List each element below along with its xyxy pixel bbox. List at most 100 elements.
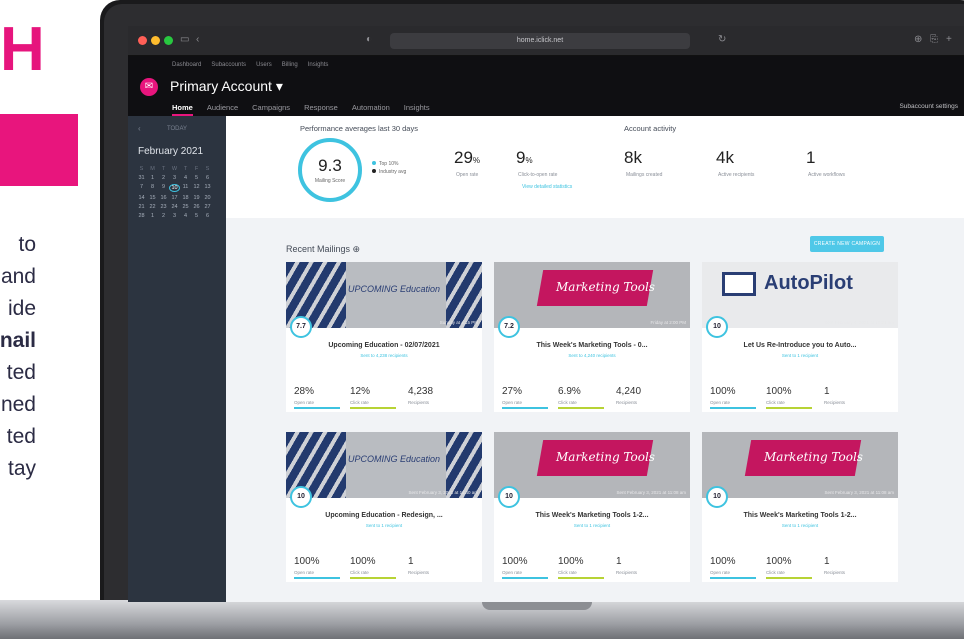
prev-month-icon[interactable]: ‹ — [138, 124, 141, 133]
mailing-thumbnail[interactable]: UPCOMING Education Sent February 3, 2021 … — [286, 432, 482, 498]
calendar-day[interactable]: 17 — [169, 195, 180, 201]
mailing-title[interactable]: Upcoming Education - 02/07/2021 — [286, 342, 482, 349]
mailing-subtitle[interactable]: Sent to 1 recipient — [286, 523, 482, 528]
calendar-day[interactable]: 4 — [180, 175, 191, 181]
maximize-window-button[interactable] — [164, 36, 173, 45]
calendar-day[interactable]: 19 — [191, 195, 202, 201]
account-selector[interactable]: Primary Account ▾ — [170, 78, 283, 95]
subaccount-settings-link[interactable]: Subaccount settings — [899, 103, 958, 110]
mailing-card[interactable]: Marketing Tools Friday at 2:00 PM 7.2 This … — [494, 262, 690, 412]
top-link-insights[interactable]: Insights — [308, 62, 329, 68]
top-link-users[interactable]: Users — [256, 62, 272, 68]
calendar-day[interactable]: 14 — [136, 195, 147, 201]
calendar-day[interactable]: 3 — [169, 175, 180, 181]
new-tab-icon[interactable]: + — [946, 34, 952, 45]
calendar-day[interactable]: 13 — [202, 184, 213, 192]
mailing-subtitle[interactable]: Sent to 4,238 recipients — [286, 353, 482, 358]
calendar-day[interactable]: 4 — [180, 213, 191, 219]
mailing-stat-label: Click rate — [558, 400, 577, 405]
calendar-weekday: T — [183, 166, 188, 172]
calendar-day[interactable]: 6 — [202, 213, 213, 219]
thumbnail-stripes — [446, 432, 482, 498]
mailing-card[interactable]: UPCOMING Education Sunday at 4:15 PM 7.7 Up… — [286, 262, 482, 412]
address-bar[interactable]: home.iclick.net — [390, 33, 690, 49]
calendar-day[interactable]: 2 — [158, 213, 169, 219]
calendar-day[interactable]: 31 — [136, 175, 147, 181]
calendar-day[interactable]: 26 — [191, 204, 202, 210]
calendar-day[interactable]: 23 — [158, 204, 169, 210]
calendar-day[interactable]: 6 — [202, 175, 213, 181]
calendar-day[interactable]: 24 — [169, 204, 180, 210]
privacy-icon[interactable]: ◐ — [366, 34, 372, 45]
mailing-title[interactable]: This Week's Marketing Tools - 0... — [494, 342, 690, 349]
calendar-day[interactable]: 10 — [169, 184, 180, 192]
calendar-day[interactable]: 22 — [147, 204, 158, 210]
reload-icon[interactable]: ↻ — [718, 34, 726, 45]
calendar-weekday: S — [205, 166, 210, 172]
calendar-day[interactable]: 28 — [136, 213, 147, 219]
mailing-subtitle[interactable]: Sent to 1 recipient — [494, 523, 690, 528]
share-icon[interactable]: ⎘ — [930, 34, 938, 45]
sidebar-toggle-icon[interactable]: ▭ — [180, 34, 189, 45]
mailing-title[interactable]: This Week's Marketing Tools 1-2... — [494, 512, 690, 519]
back-icon[interactable]: ‹ — [196, 34, 199, 45]
create-campaign-button[interactable]: CREATE NEW CAMPAIGN — [810, 236, 884, 252]
calendar-day[interactable]: 15 — [147, 195, 158, 201]
download-icon[interactable]: ⊕ — [914, 34, 922, 45]
top-link-dashboard[interactable]: Dashboard — [172, 62, 201, 68]
calendar-day[interactable]: 7 — [136, 184, 147, 192]
calendar-day[interactable]: 16 — [158, 195, 169, 201]
mailing-thumbnail[interactable]: Marketing Tools Sent February 3, 2021 at … — [494, 432, 690, 498]
calendar-day[interactable]: 5 — [191, 213, 202, 219]
tab-automation[interactable]: Automation — [352, 103, 390, 116]
calendar-day[interactable]: 3 — [169, 213, 180, 219]
calendar-month: February 2021 — [138, 146, 204, 157]
calendar-day[interactable]: 1 — [147, 175, 158, 181]
tab-home[interactable]: Home — [172, 103, 193, 116]
detailed-stats-link[interactable]: View detailed statistics — [522, 184, 572, 190]
mailing-title[interactable]: This Week's Marketing Tools 1-2... — [702, 512, 898, 519]
tab-response[interactable]: Response — [304, 103, 338, 116]
mailing-card[interactable]: AutoPilot Sent February 4, 2021 at 10:21 … — [702, 262, 898, 412]
mailing-title[interactable]: Upcoming Education - Redesign, ... — [286, 512, 482, 519]
calendar-day[interactable]: 9 — [158, 184, 169, 192]
score-legend: Top 10% Industry avg — [372, 160, 406, 176]
mailing-subtitle[interactable]: Sent to 1 recipient — [702, 523, 898, 528]
calendar-day[interactable]: 1 — [147, 213, 158, 219]
mailing-thumbnail[interactable]: Marketing Tools Sent February 3, 2021 at … — [702, 432, 898, 498]
mailing-thumbnail[interactable]: Marketing Tools Friday at 2:00 PM — [494, 262, 690, 328]
calendar-day[interactable]: 21 — [136, 204, 147, 210]
mailing-subtitle[interactable]: Sent to 1 recipient — [702, 353, 898, 358]
calendar-day[interactable]: 2 — [158, 175, 169, 181]
mailing-thumbnail[interactable]: AutoPilot Sent February 4, 2021 at 10:21 … — [702, 262, 898, 328]
close-window-button[interactable] — [138, 36, 147, 45]
calendar-day[interactable]: 11 — [180, 184, 191, 192]
calendar-day[interactable]: 18 — [180, 195, 191, 201]
mailing-stat: 100% — [558, 556, 584, 567]
minimize-window-button[interactable] — [151, 36, 160, 45]
calendar-weekday: T — [161, 166, 166, 172]
mailing-subtitle[interactable]: Sent to 4,240 recipients — [494, 353, 690, 358]
legend-item: Industry avg — [379, 169, 407, 175]
mailing-title[interactable]: Let Us Re-Introduce you to Auto... — [702, 342, 898, 349]
top-link-billing[interactable]: Billing — [282, 62, 298, 68]
browser-toolbar: ▭ ‹ ◐ home.iclick.net ↻ ⊕ ⎘ + — [128, 26, 964, 56]
calendar-day[interactable]: 12 — [191, 184, 202, 192]
calendar-day[interactable]: 20 — [202, 195, 213, 201]
mailing-stat-label: Recipients — [408, 570, 430, 575]
mailing-card[interactable]: UPCOMING Education Sent February 3, 2021 … — [286, 432, 482, 582]
mailing-stat-label: Recipients — [824, 570, 846, 575]
mailing-card[interactable]: Marketing Tools Sent February 3, 2021 at … — [494, 432, 690, 582]
tab-audience[interactable]: Audience — [207, 103, 238, 116]
mailing-card[interactable]: Marketing Tools Sent February 3, 2021 at … — [702, 432, 898, 582]
thumbnail-stripes — [446, 262, 482, 328]
calendar-day[interactable]: 8 — [147, 184, 158, 192]
today-button[interactable]: TODAY — [142, 126, 212, 132]
calendar-day[interactable]: 25 — [180, 204, 191, 210]
calendar-day[interactable]: 27 — [202, 204, 213, 210]
top-link-subaccounts[interactable]: Subaccounts — [211, 62, 246, 68]
tab-campaigns[interactable]: Campaigns — [252, 103, 290, 116]
mailing-thumbnail[interactable]: UPCOMING Education Sunday at 4:15 PM — [286, 262, 482, 328]
tab-insights[interactable]: Insights — [404, 103, 430, 116]
calendar-day[interactable]: 5 — [191, 175, 202, 181]
